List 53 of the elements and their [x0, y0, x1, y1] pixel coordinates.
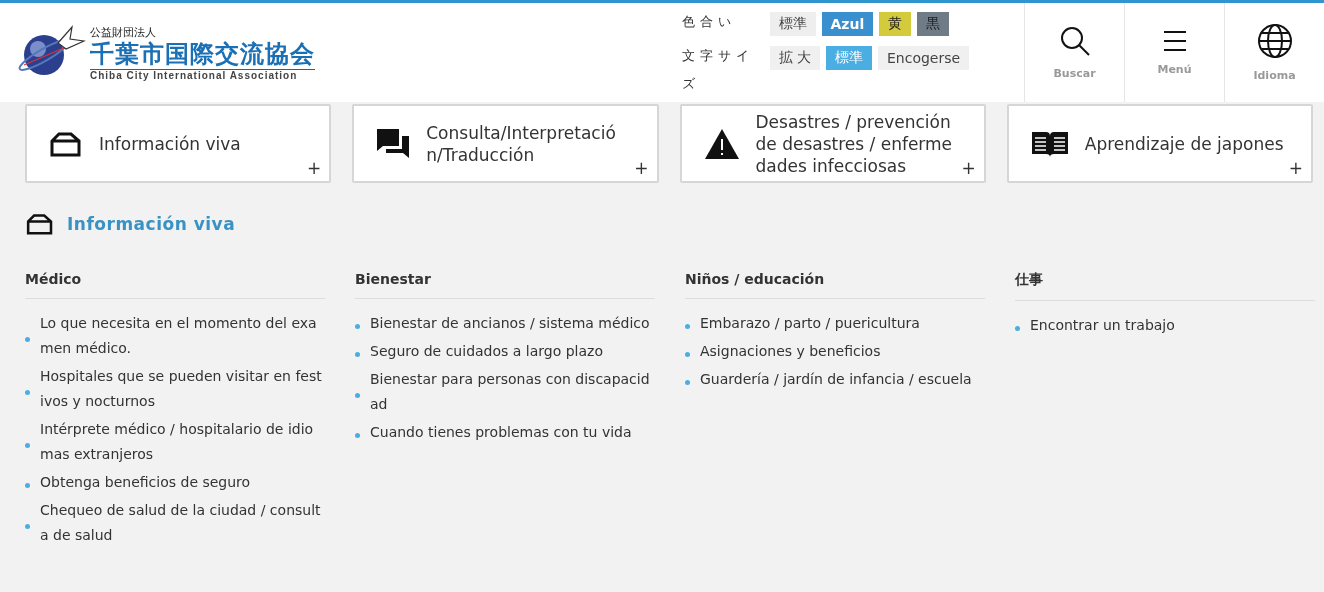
topic-link[interactable]: Obtenga beneficios de seguro — [40, 470, 325, 495]
topic-link[interactable]: Chequeo de salud de la ciudad / consulta de salud — [40, 498, 325, 548]
bullet-icon — [25, 483, 30, 488]
text-size-label: 文字サイズ — [681, 46, 755, 93]
book-icon — [1030, 129, 1069, 158]
topic-link[interactable]: Lo que necesita en el momento del examen médico. — [40, 311, 325, 361]
bullet-icon — [355, 324, 360, 329]
text-size-option[interactable]: Encogerse — [878, 45, 970, 70]
topic-link[interactable]: Seguro de cuidados a largo plazo — [370, 339, 655, 364]
column-heading: Bienestar — [355, 271, 655, 299]
topic-link[interactable]: Embarazo / parto / puericultura — [700, 311, 985, 336]
color-tone-option[interactable]: 黄 — [879, 11, 912, 36]
text-size-option[interactable]: 拡 大 — [769, 45, 820, 70]
bullet-icon — [685, 324, 690, 329]
bullet-icon — [25, 336, 30, 342]
bullet-icon — [355, 352, 360, 357]
search-icon — [1058, 25, 1091, 57]
topic-link[interactable]: Hospitales que se pueden visitar en festivos y nocturnos — [40, 364, 325, 414]
topic-link[interactable]: Bienestar para personas con discapacidad — [370, 367, 655, 417]
bullet-icon — [355, 392, 360, 398]
column-heading: Médico — [25, 271, 325, 299]
topic-link[interactable]: Bienestar de ancianos / sistema médico — [370, 311, 655, 336]
topic-link[interactable]: Encontrar un trabajo — [1030, 313, 1315, 338]
globe-icon — [1256, 23, 1293, 59]
bullet-icon — [25, 389, 30, 395]
column-heading: 仕事 — [1015, 271, 1315, 301]
category-card[interactable]: Consulta/Interpretación/Traducción + — [352, 104, 659, 183]
logo-title: 千葉市国際交流協会 — [90, 39, 315, 70]
warning-icon — [703, 127, 740, 160]
bullet-icon — [1015, 326, 1020, 331]
chat-bubbles-icon — [376, 127, 411, 160]
bullet-icon — [25, 523, 30, 529]
topic-link[interactable]: Asignaciones y beneficios — [700, 339, 985, 364]
topic-link[interactable]: Guardería / jardín de infancia / escuela — [700, 367, 985, 392]
bullet-icon — [685, 352, 690, 357]
topic-link[interactable]: Intérprete médico / hospitalario de idiomas extranjeros — [40, 417, 325, 467]
color-tone-option[interactable]: 標準 — [769, 11, 816, 36]
category-card[interactable]: Desastres / prevención de desastres / enfermedades infecciosas + — [679, 104, 986, 183]
category-card[interactable]: Información viva + — [25, 104, 332, 183]
column-heading: Niños / educación — [685, 271, 985, 299]
menu-icon — [1161, 29, 1188, 53]
bullet-icon — [355, 433, 360, 438]
logo-subtitle: 公益財団法人 — [90, 24, 157, 40]
logo-english-name: Chiba City International Association — [90, 69, 299, 81]
section-title: Información viva — [67, 214, 236, 234]
topic-link[interactable]: Cuando tienes problemas con tu vida — [370, 420, 655, 445]
category-card[interactable]: Aprendizaje de japones + — [1006, 104, 1313, 183]
bullet-icon — [25, 442, 30, 448]
color-tone-option[interactable]: 黒 — [917, 11, 950, 36]
bullet-icon — [685, 380, 690, 385]
house-icon — [49, 130, 83, 157]
house-icon — [25, 213, 55, 235]
color-tone-label: 色合い — [681, 12, 737, 31]
